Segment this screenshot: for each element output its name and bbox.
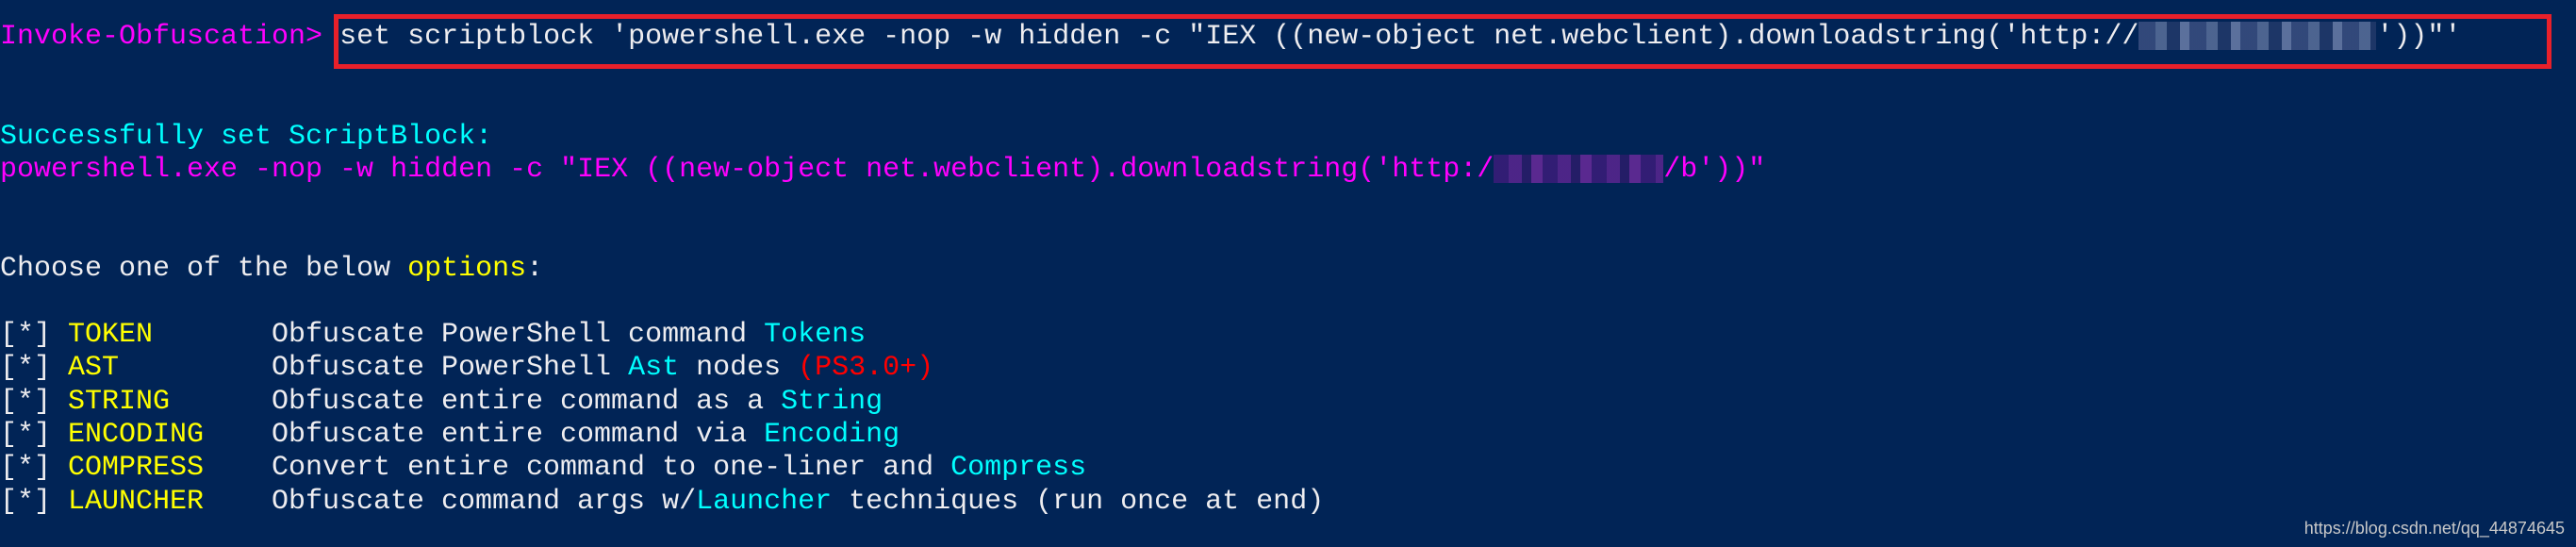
intro-text: Choose one of the below (0, 253, 408, 285)
scriptblock-prefix: powershell.exe -nop -w hidden -c "IEX ((… (0, 154, 1494, 186)
desc-highlight: Ast (628, 352, 680, 385)
bullet: [*] (0, 418, 52, 451)
desc-highlight: Launcher (696, 485, 833, 518)
intro-suffix: : (526, 253, 544, 285)
desc-text: Convert entire command to one-liner and (272, 452, 951, 485)
option-key[interactable]: TOKEN (68, 319, 153, 352)
desc-text: Obfuscate PowerShell command (272, 319, 765, 351)
menu-option-string[interactable]: [*] STRING Obfuscate entire command as a S… (0, 385, 883, 419)
command-input[interactable]: set scriptblock 'powershell.exe -nop -w … (339, 21, 2138, 53)
menu-option-ast[interactable]: [*] AST Obfuscate PowerShell Ast nodes (PS… (0, 352, 933, 385)
bullet: [*] (0, 452, 52, 485)
bullet: [*] (0, 485, 52, 518)
desc-tail: techniques (run once at end) (832, 485, 1325, 518)
desc-highlight: String (781, 385, 883, 418)
option-key[interactable]: ENCODING (68, 419, 204, 452)
menu-intro: Choose one of the below options: (0, 253, 543, 286)
desc-tail: nodes (679, 352, 799, 385)
redacted-url (2138, 22, 2377, 51)
bullet: [*] (0, 385, 52, 418)
desc-text: Obfuscate entire command as a (272, 385, 782, 418)
option-key[interactable]: LAUNCHER (68, 486, 204, 519)
option-key[interactable]: AST (68, 352, 119, 385)
menu-option-encoding[interactable]: [*] ENCODING Obfuscate entire command via … (0, 418, 900, 452)
menu-option-launcher[interactable]: [*] LAUNCHER Obfuscate command args w/Laun… (0, 485, 1324, 519)
option-description: Obfuscate entire command via Encoding (272, 419, 900, 452)
option-key[interactable]: STRING (68, 386, 170, 419)
prompt-label: Invoke-Obfuscation> (0, 21, 323, 53)
command-suffix: '))"' (2376, 21, 2462, 53)
bullet: [*] (0, 352, 52, 385)
option-description: Convert entire command to one-liner and … (272, 452, 1086, 485)
watermark: https://blog.csdn.net/qq_44874645 (2304, 519, 2565, 538)
bullet: [*] (0, 319, 52, 351)
desc-highlight: Encoding (764, 418, 900, 451)
desc-note: (PS3.0+) (798, 352, 934, 385)
scriptblock-line: powershell.exe -nop -w hidden -c "IEX ((… (0, 154, 1765, 187)
desc-text: Obfuscate command args w/ (272, 485, 697, 518)
scriptblock-suffix: /b'))" (1663, 154, 1766, 186)
option-description: Obfuscate PowerShell Ast nodes (PS3.0+) (272, 352, 933, 385)
option-description: Obfuscate PowerShell command Tokens (272, 319, 866, 352)
redacted-url (1494, 155, 1664, 184)
intro-highlight: options (407, 253, 527, 285)
option-description: Obfuscate entire command as a String (272, 386, 883, 419)
menu-option-compress[interactable]: [*] COMPRESS Convert entire command to one… (0, 452, 1086, 485)
option-description: Obfuscate command args w/Launcher techni… (272, 486, 1324, 519)
desc-text: Obfuscate entire command via (272, 418, 765, 451)
desc-text: Obfuscate PowerShell (272, 352, 629, 385)
status-message: Successfully set ScriptBlock: (0, 121, 493, 153)
menu-option-token[interactable]: [*] TOKEN Obfuscate PowerShell command Tok… (0, 319, 866, 352)
desc-highlight: Compress (950, 452, 1087, 485)
prompt-line[interactable]: Invoke-Obfuscation> set scriptblock 'pow… (0, 21, 2461, 54)
option-key[interactable]: COMPRESS (68, 452, 204, 485)
desc-highlight: Tokens (764, 319, 867, 351)
